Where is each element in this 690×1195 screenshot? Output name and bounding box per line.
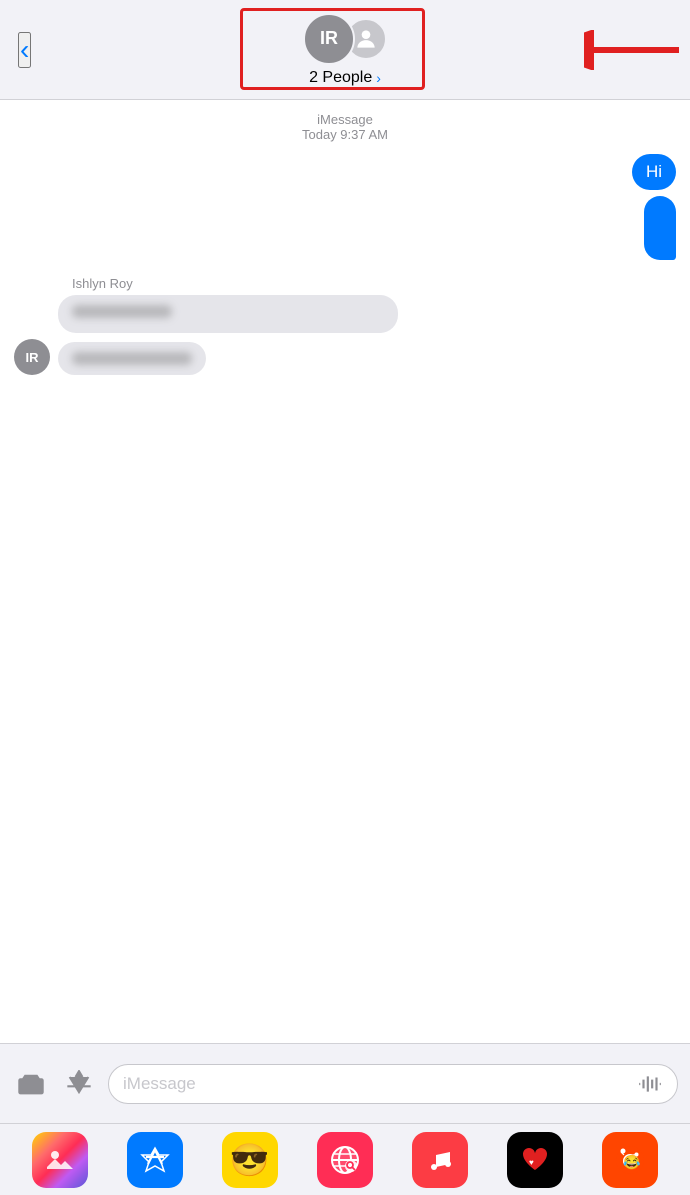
avatar-ir-small: IR [14,339,50,375]
dock-photos-button[interactable] [32,1132,88,1188]
dock-appstore-button[interactable] [127,1132,183,1188]
service-name: iMessage [0,112,690,127]
incoming-with-avatar-wrap: IR [14,339,676,375]
sender-name-label: Ishlyn Roy [72,276,676,291]
outgoing-hi-wrap: Hi [14,154,676,190]
bubble-blurred-outgoing [644,196,676,260]
group-info-button[interactable]: IR 2 People › [303,13,387,87]
message-input[interactable]: iMessage [108,1064,678,1104]
dock-reddit-button[interactable]: 😂 [602,1132,658,1188]
bubble-hi: Hi [632,154,676,190]
dock-memoji-button[interactable]: 😎 [222,1132,278,1188]
camera-button[interactable] [12,1065,50,1103]
imessage-label: iMessage Today 9:37 AM [0,112,690,142]
appstore-button[interactable] [60,1065,98,1103]
avatars-row: IR [303,13,387,65]
dock-globe-button[interactable] [317,1132,373,1188]
input-placeholder: iMessage [123,1074,196,1094]
bubble-in-1 [58,295,398,333]
chat-area: iMessage Today 9:37 AM Hi Ishlyn Roy IR [0,100,690,1043]
incoming-bubbles-stack [58,295,676,333]
dock: 😎 ♥ [0,1123,690,1195]
svg-text:♥: ♥ [529,1158,534,1167]
input-toolbar: iMessage [0,1043,690,1123]
bubble-in-2 [58,342,206,375]
messages-container: Hi Ishlyn Roy IR [0,146,690,389]
dock-music-button[interactable] [412,1132,468,1188]
avatar-ir: IR [303,13,355,65]
people-label: 2 People › [309,69,381,87]
message-time: Today 9:37 AM [0,127,690,142]
dock-heart-button[interactable]: ♥ [507,1132,563,1188]
back-button[interactable]: ‹ [18,32,31,68]
audio-icon [637,1071,663,1097]
svg-text:😂: 😂 [623,1154,641,1170]
header: ‹ IR 2 People › [0,0,690,100]
annotation-arrow [584,30,684,75]
chevron-icon: › [376,70,381,86]
outgoing-blurred-wrap [14,196,676,270]
